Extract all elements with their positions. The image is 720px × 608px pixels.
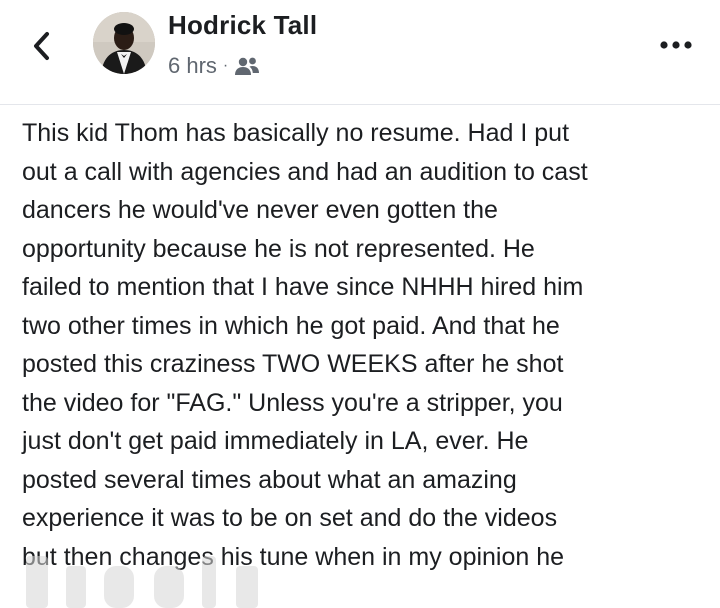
avatar[interactable] xyxy=(93,12,155,74)
more-options-button[interactable] xyxy=(656,30,696,60)
post-text-line: posted several times about what an amazi… xyxy=(22,465,517,494)
timestamp[interactable]: 6 hrs xyxy=(168,53,217,79)
post-text-line: experience it was to be on set and do th… xyxy=(22,504,558,532)
post-header: Hodrick Tall 6 hrs · xyxy=(0,0,720,104)
post-text-line: opportunity because he is not represente… xyxy=(22,234,535,263)
post-text-line: dancers he would've never even gotten th… xyxy=(22,196,498,224)
post-text-line: This kid Thom has basically no resume. H… xyxy=(22,119,570,147)
header-divider xyxy=(0,104,720,105)
post-text-line: just don't get paid immediately in LA, e… xyxy=(22,427,529,455)
more-horizontal-icon xyxy=(660,41,692,49)
back-button[interactable] xyxy=(26,26,56,66)
chevron-left-icon xyxy=(34,32,49,60)
friends-icon[interactable] xyxy=(234,56,260,76)
post-text-line: failed to mention that I have since NHHH… xyxy=(22,273,584,301)
post-body: This kid Thom has basically no resume. H… xyxy=(22,114,706,576)
post-meta: 6 hrs · xyxy=(168,52,260,80)
post-text-line: posted this craziness TWO WEEKS after he… xyxy=(22,350,564,378)
post-text-line: two other times in which he got paid. An… xyxy=(22,311,560,340)
post-text-line: the video for "FAG." Unless you're a str… xyxy=(22,388,563,417)
avatar-photo xyxy=(93,12,155,74)
post-text-line: but then changes his tune when in my opi… xyxy=(22,542,565,571)
post-text-line: out a call with agencies and had an audi… xyxy=(22,157,588,186)
author-name[interactable]: Hodrick Tall xyxy=(168,10,317,41)
meta-separator: · xyxy=(222,57,229,74)
